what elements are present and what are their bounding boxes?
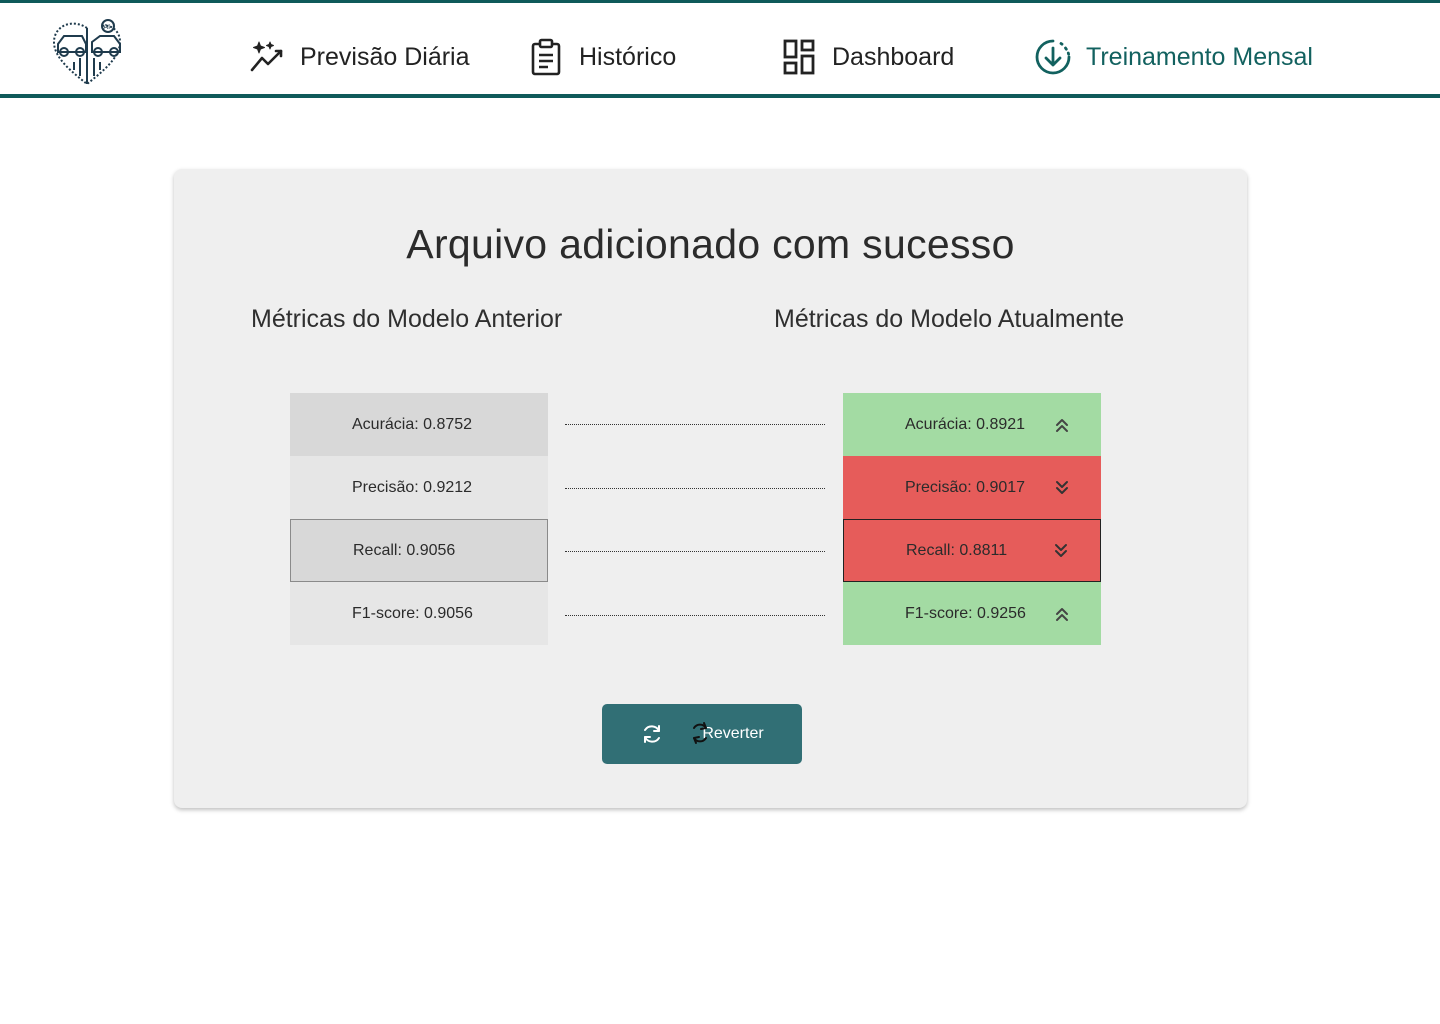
metric-label: F1-score: 0.9056 (352, 604, 473, 622)
metric-label: Recall: 0.8811 (906, 541, 1008, 559)
current-model-heading: Métricas do Modelo Atualmente (774, 305, 1125, 333)
current-metric-accuracy[interactable]: Acurácia: 0.8921 (843, 393, 1101, 456)
dashboard-grid-icon (780, 38, 818, 76)
nav-treinamento-mensal[interactable]: Treinamento Mensal (1034, 36, 1313, 78)
metric-label: Precisão: 0.9017 (905, 478, 1026, 496)
revert-button-label: Reverter (702, 725, 764, 742)
metric-label: Acurácia: 0.8921 (905, 415, 1026, 433)
metric-label: Precisão: 0.9212 (352, 478, 473, 496)
connector-line (565, 615, 825, 616)
previous-metric-accuracy[interactable]: Acurácia: 0.8752 (290, 393, 548, 456)
refresh-icon (644, 725, 661, 743)
sync-cursor-icon (693, 722, 707, 744)
clipboard-icon (527, 38, 565, 76)
connector-line (565, 488, 825, 489)
metric-label: F1-score: 0.9256 (905, 604, 1026, 622)
double-chevron-up-icon (1056, 418, 1068, 432)
logo-ai-text: AI (104, 24, 111, 31)
double-chevron-up-icon (1056, 607, 1068, 621)
metric-label: Acurácia: 0.8752 (352, 415, 473, 433)
top-navbar: AI Previsão Diária Histórico Dashboard T… (0, 0, 1440, 98)
training-result-card: Arquivo adicionado com sucesso Métricas … (174, 169, 1247, 808)
page-title: Arquivo adicionado com sucesso (406, 221, 1015, 267)
nav-label: Previsão Diária (300, 42, 470, 71)
double-chevron-down-icon (1056, 480, 1068, 494)
nav-label: Dashboard (832, 42, 955, 71)
current-metric-recall[interactable]: Recall: 0.8811 (843, 519, 1101, 582)
previous-model-heading: Métricas do Modelo Anterior (251, 305, 563, 333)
previous-metric-recall[interactable]: Recall: 0.9056 (290, 519, 548, 582)
previous-metric-precision[interactable]: Precisão: 0.9212 (290, 456, 548, 519)
nav-label: Histórico (579, 42, 677, 71)
metric-label: Recall: 0.9056 (353, 541, 456, 559)
connector-line (565, 551, 825, 552)
nav-historico[interactable]: Histórico (527, 36, 676, 78)
connector-line (565, 424, 825, 425)
current-metric-precision[interactable]: Precisão: 0.9017 (843, 456, 1101, 519)
previous-metric-f1[interactable]: F1-score: 0.9056 (290, 582, 548, 645)
nav-dashboard[interactable]: Dashboard (780, 36, 954, 78)
double-chevron-down-icon (1055, 543, 1067, 557)
nav-label: Treinamento Mensal (1086, 42, 1313, 71)
current-metric-f1[interactable]: F1-score: 0.9256 (843, 582, 1101, 645)
download-circle-icon (1034, 38, 1072, 76)
nav-previsao-diaria[interactable]: Previsão Diária (248, 36, 470, 78)
logo-icon[interactable]: AI (50, 18, 124, 86)
sparkle-trend-icon (248, 38, 286, 76)
